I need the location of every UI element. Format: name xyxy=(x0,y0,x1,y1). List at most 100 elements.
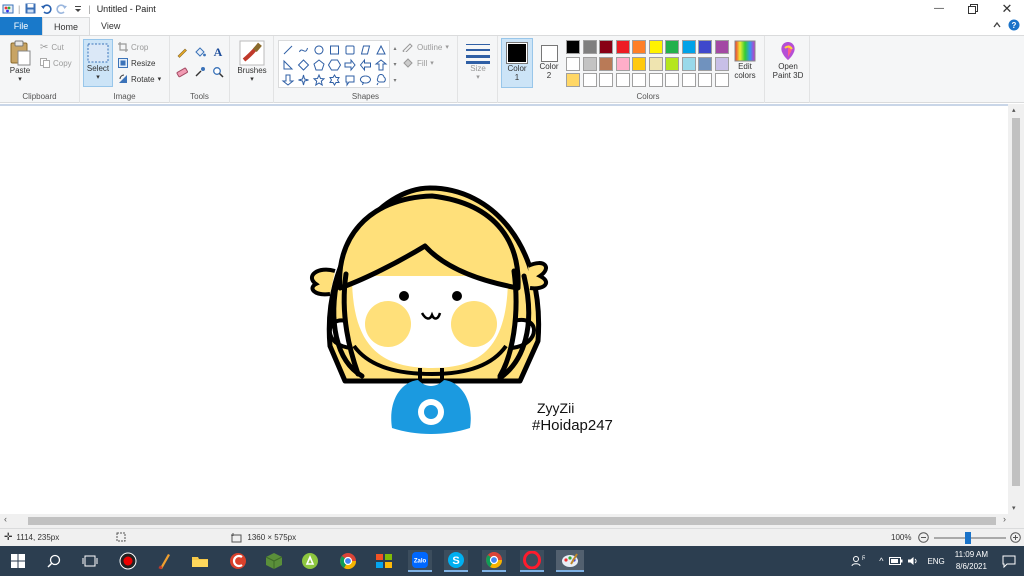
zoom-slider-thumb[interactable] xyxy=(965,532,971,544)
scroll-up-arrow-icon[interactable]: ▴ xyxy=(1012,106,1016,114)
palette-swatch[interactable] xyxy=(599,56,613,71)
scroll-up-icon[interactable]: ▴ xyxy=(393,45,396,52)
battery-icon[interactable] xyxy=(889,556,903,566)
undo-icon[interactable] xyxy=(40,3,52,15)
open-paint3d-button[interactable]: Open Paint 3D xyxy=(769,40,807,80)
taskbar-ccleaner-app[interactable] xyxy=(226,550,250,572)
eraser-icon[interactable] xyxy=(176,66,188,78)
palette-swatch[interactable] xyxy=(632,56,646,71)
palette-swatch[interactable] xyxy=(632,40,646,54)
triangle-shape-icon[interactable] xyxy=(376,44,386,55)
taskbar-store-app[interactable] xyxy=(372,550,396,572)
resize-button[interactable]: Resize xyxy=(118,58,155,68)
palette-swatch[interactable] xyxy=(615,40,630,54)
six-point-star-shape-icon[interactable] xyxy=(329,74,340,86)
palette-swatch[interactable] xyxy=(615,56,630,71)
select-button[interactable]: Select ▾ xyxy=(83,39,113,87)
rectangle-shape-icon[interactable] xyxy=(330,45,339,55)
four-point-star-shape-icon[interactable] xyxy=(298,74,309,86)
rounded-rectangle-shape-icon[interactable] xyxy=(345,45,355,55)
palette-swatch[interactable] xyxy=(698,73,712,87)
tab-view[interactable]: View xyxy=(90,17,131,35)
palette-swatch[interactable] xyxy=(714,40,729,54)
outline-button[interactable]: Outline ▾ xyxy=(402,42,449,52)
palette-swatch[interactable] xyxy=(566,56,580,71)
size-button[interactable]: Size ▾ xyxy=(464,42,492,81)
palette-swatch[interactable] xyxy=(615,73,630,87)
chevron-up-icon[interactable]: ^ xyxy=(879,556,883,566)
minimize-button[interactable]: — xyxy=(922,0,956,17)
scroll-left-arrow-icon[interactable]: ‹ xyxy=(4,514,7,524)
palette-swatch[interactable] xyxy=(566,40,580,54)
task-view-button[interactable] xyxy=(78,550,102,572)
help-icon[interactable]: ? xyxy=(1008,19,1020,31)
palette-swatch[interactable] xyxy=(632,73,646,87)
diamond-shape-icon[interactable] xyxy=(297,59,310,71)
restore-button[interactable] xyxy=(956,0,990,17)
text-tool-icon[interactable]: A xyxy=(212,45,224,59)
taskbar-recorder-app[interactable] xyxy=(116,550,140,572)
taskbar-chrome-window[interactable] xyxy=(482,550,506,572)
down-arrow-shape-icon[interactable] xyxy=(281,74,295,86)
save-icon[interactable] xyxy=(24,3,36,15)
palette-swatch[interactable] xyxy=(599,40,613,54)
pencil-icon[interactable] xyxy=(176,46,188,58)
pentagon-shape-icon[interactable] xyxy=(313,59,325,71)
action-center-icon[interactable] xyxy=(1002,554,1016,568)
taskbar-pencil-app[interactable] xyxy=(152,550,176,572)
shapes-gallery-scroll[interactable]: ▴ ▾ ▾ xyxy=(391,40,399,88)
palette-swatch[interactable] xyxy=(648,56,663,71)
start-button[interactable] xyxy=(6,550,30,572)
drawing-canvas[interactable]: ZyyZii #Hoidap247 xyxy=(0,106,1008,514)
scroll-down-icon[interactable]: ▾ xyxy=(393,61,396,68)
vertical-scroll-thumb[interactable] xyxy=(1012,118,1020,486)
up-arrow-shape-icon[interactable] xyxy=(374,59,388,71)
redo-icon[interactable] xyxy=(56,3,68,15)
palette-swatch[interactable] xyxy=(681,73,696,87)
palette-swatch[interactable] xyxy=(714,73,729,87)
horizontal-scrollbar[interactable]: ‹ › xyxy=(0,514,1024,528)
palette-swatch[interactable] xyxy=(698,40,712,54)
right-triangle-shape-icon[interactable] xyxy=(283,59,294,70)
taskbar-zalo-app[interactable]: Zalo xyxy=(408,550,432,572)
left-arrow-shape-icon[interactable] xyxy=(359,58,371,72)
palette-swatch[interactable] xyxy=(566,73,580,87)
palette-swatch[interactable] xyxy=(582,40,597,54)
palette-swatch[interactable] xyxy=(665,40,679,54)
oval-callout-shape-icon[interactable] xyxy=(359,75,371,86)
copy-button[interactable]: Copy xyxy=(40,58,72,68)
taskbar-chrome-app[interactable] xyxy=(336,550,360,572)
scroll-right-arrow-icon[interactable]: › xyxy=(1003,514,1006,524)
right-arrow-shape-icon[interactable] xyxy=(344,58,356,72)
collapse-ribbon-icon[interactable] xyxy=(992,20,1002,30)
fill-bucket-icon[interactable] xyxy=(194,46,206,58)
palette-swatch[interactable] xyxy=(599,73,613,87)
color-picker-icon[interactable] xyxy=(194,66,206,78)
paste-button[interactable]: Paste ▾ xyxy=(6,40,34,83)
fill-button[interactable]: Fill ▾ xyxy=(402,58,434,68)
rect-callout-shape-icon[interactable] xyxy=(345,75,355,87)
polygon-shape-icon[interactable] xyxy=(360,45,371,55)
oval-shape-icon[interactable] xyxy=(314,45,324,55)
tab-home[interactable]: Home xyxy=(42,17,91,35)
expand-icon[interactable]: ▾ xyxy=(393,77,396,84)
zoom-out-button[interactable] xyxy=(918,532,929,545)
close-button[interactable]: ✕ xyxy=(990,0,1024,17)
people-icon[interactable]: R xyxy=(851,554,865,568)
scroll-down-arrow-icon[interactable]: ▾ xyxy=(1012,504,1016,512)
cloud-callout-shape-icon[interactable] xyxy=(376,73,386,86)
palette-swatch[interactable] xyxy=(648,73,663,87)
cut-button[interactable]: ✂ Cut xyxy=(40,42,64,53)
taskbar-minecraft-app[interactable] xyxy=(262,550,286,572)
palette-swatch[interactable] xyxy=(582,56,597,71)
crop-button[interactable]: Crop xyxy=(118,42,148,52)
volume-icon[interactable] xyxy=(907,556,919,566)
taskbar-opera-app[interactable] xyxy=(520,550,544,572)
five-point-star-shape-icon[interactable] xyxy=(312,73,326,87)
palette-swatch[interactable] xyxy=(582,73,597,87)
tab-file[interactable]: File xyxy=(0,17,42,35)
input-language[interactable]: ENG xyxy=(927,557,944,566)
palette-swatch[interactable] xyxy=(681,40,696,54)
taskbar-recycle-app[interactable] xyxy=(298,550,322,572)
taskbar-paint-app[interactable] xyxy=(556,550,584,572)
